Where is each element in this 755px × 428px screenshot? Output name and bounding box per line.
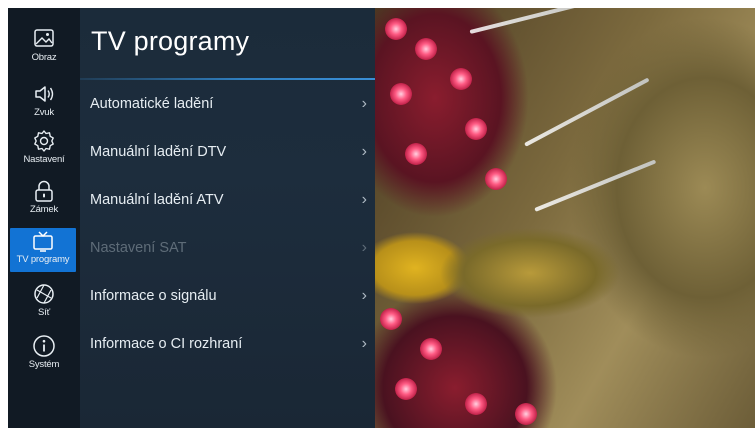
sidebar-item-label: Systém — [28, 359, 60, 370]
menu-item-automatic-tuning[interactable]: Automatické ladění › — [80, 84, 375, 124]
chevron-right-icon: › — [361, 287, 367, 304]
chevron-right-icon: › — [361, 95, 367, 112]
flower — [420, 338, 442, 360]
flower — [465, 393, 487, 415]
tv-screen: Obraz Zvuk Nastavení Zámek TV programy S… — [8, 8, 755, 428]
menu-item-manual-atv-tuning[interactable]: Manuální ladění ATV › — [80, 180, 375, 220]
menu-item-label: Informace o CI rozhraní — [90, 336, 243, 352]
chevron-right-icon: › — [361, 143, 367, 160]
flower — [380, 308, 402, 330]
tv-programs-menu-panel: TV programy Automatické ladění › Manuáln… — [80, 8, 375, 428]
title-divider — [80, 78, 375, 80]
tv-icon — [33, 231, 53, 252]
sidebar-item-label: Zámek — [29, 204, 59, 215]
gear-icon — [34, 130, 54, 152]
menu-item-ci-info[interactable]: Informace o CI rozhraní › — [80, 324, 375, 364]
menu-item-signal-info[interactable]: Informace o signálu › — [80, 276, 375, 316]
info-icon — [33, 335, 55, 357]
flower — [385, 18, 407, 40]
sidebar-item-zamek[interactable]: Zámek — [8, 178, 80, 224]
menu-item-label: Manuální ladění ATV — [90, 192, 224, 208]
speaker-icon — [35, 86, 54, 102]
globe-icon — [34, 284, 54, 304]
sidebar-item-nastaveni[interactable]: Nastavení — [8, 128, 80, 174]
flower — [405, 143, 427, 165]
flower — [390, 83, 412, 105]
chevron-right-icon: › — [361, 239, 367, 256]
chevron-right-icon: › — [361, 335, 367, 352]
flower — [515, 403, 537, 425]
sidebar-item-tv-programy[interactable]: TV programy — [10, 228, 76, 272]
sidebar-item-sit[interactable]: Síť — [8, 281, 80, 327]
sidebar-item-obraz[interactable]: Obraz — [8, 26, 80, 72]
page-title: TV programy — [91, 26, 250, 56]
menu-item-label: Automatické ladění — [90, 96, 214, 112]
flower — [415, 38, 437, 60]
settings-category-rail: Obraz Zvuk Nastavení Zámek TV programy S… — [8, 8, 80, 428]
picture-icon — [34, 29, 54, 47]
flower — [485, 168, 507, 190]
sidebar-item-label: Síť — [38, 307, 50, 318]
menu-item-label: Nastavení SAT — [90, 240, 187, 256]
sidebar-item-label: Zvuk — [34, 107, 54, 118]
flower — [450, 68, 472, 90]
grass-stem — [534, 159, 657, 212]
flower — [395, 378, 417, 400]
chevron-right-icon: › — [361, 191, 367, 208]
flower — [465, 118, 487, 140]
sidebar-item-zvuk[interactable]: Zvuk — [8, 81, 80, 127]
menu-item-sat-settings: Nastavení SAT › — [80, 228, 375, 268]
sidebar-item-label: Nastavení — [23, 154, 65, 165]
background-video — [375, 8, 755, 428]
sidebar-item-system[interactable]: Systém — [8, 333, 80, 379]
menu-item-manual-dtv-tuning[interactable]: Manuální ladění DTV › — [80, 132, 375, 172]
sidebar-item-label: Obraz — [31, 52, 57, 63]
lock-icon — [35, 180, 53, 202]
menu-item-label: Manuální ladění DTV — [90, 144, 227, 160]
menu-item-label: Informace o signálu — [90, 288, 217, 304]
grass-stem — [524, 77, 650, 147]
sidebar-item-label: TV programy — [16, 254, 70, 265]
grass-stem — [469, 8, 607, 34]
